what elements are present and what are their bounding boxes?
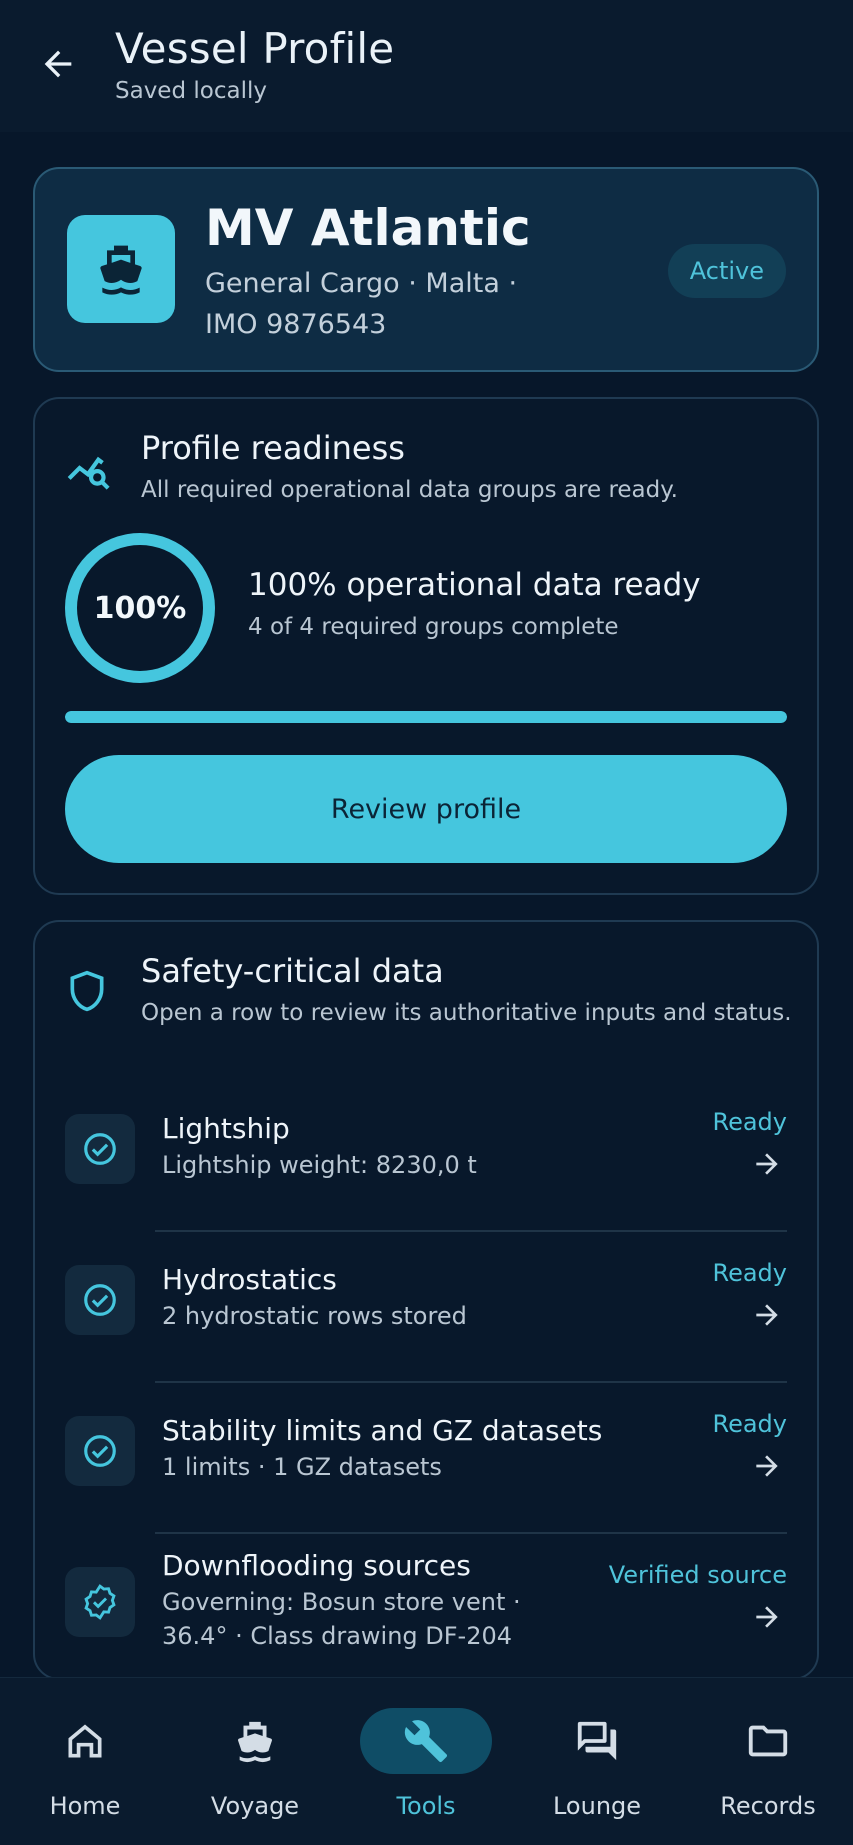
row-subtitle: 1 limits · 1 GZ datasets	[162, 1453, 442, 1481]
safety-title: Safety-critical data	[141, 952, 444, 990]
ship-icon	[100, 245, 142, 295]
readiness-headline: 100% operational data ready	[248, 567, 701, 603]
row-status-icon	[65, 1114, 135, 1184]
page-title: Vessel Profile	[115, 24, 395, 73]
analytics-icon	[67, 456, 110, 490]
wrench-icon	[404, 1720, 448, 1763]
row-subtitle: 2 hydrostatic rows stored	[162, 1302, 467, 1330]
nav-icon-container	[702, 1708, 834, 1774]
row-title: Hydrostatics	[162, 1263, 337, 1296]
check-circle-icon	[84, 1435, 116, 1467]
nav-label: Records	[720, 1792, 816, 1820]
nav-item-home[interactable]: Home	[0, 1678, 170, 1845]
nav-item-records[interactable]: Records	[683, 1678, 853, 1845]
nav-label: Tools	[396, 1792, 456, 1820]
readiness-subline: 4 of 4 required groups complete	[248, 614, 619, 640]
arrow-left-icon	[44, 50, 72, 78]
back-button[interactable]	[32, 38, 84, 90]
nav-icon-container	[189, 1708, 321, 1774]
data-row-lightship[interactable]: Lightship Lightship weight: 8230,0 t Rea…	[35, 1082, 817, 1232]
data-row-hydrostatics[interactable]: Hydrostatics 2 hydrostatic rows stored R…	[35, 1233, 817, 1383]
nav-icon-container	[360, 1708, 492, 1774]
data-row-downflooding[interactable]: Downflooding sources Governing: Bosun st…	[35, 1535, 817, 1685]
row-status-icon	[65, 1416, 135, 1486]
data-row-stability-limits[interactable]: Stability limits and GZ datasets 1 limit…	[35, 1384, 817, 1534]
ship-icon	[238, 1721, 272, 1763]
arrow-right-icon	[756, 1606, 778, 1628]
nav-label: Voyage	[210, 1792, 300, 1820]
nav-item-lounge[interactable]: Lounge	[512, 1678, 682, 1845]
readiness-percent: 100%	[77, 545, 203, 671]
profile-readiness-card: Profile readiness All required operation…	[33, 397, 819, 895]
row-status-icon	[65, 1265, 135, 1335]
check-circle-icon	[84, 1284, 116, 1316]
row-title: Lightship	[162, 1112, 290, 1145]
readiness-progress-fill	[65, 711, 787, 723]
safety-description: Open a row to review its authoritative i…	[141, 1000, 792, 1026]
divider	[155, 1381, 787, 1383]
status-badge: Active	[667, 244, 786, 298]
vessel-summary-card: MV Atlantic General Cargo · Malta · IMO …	[33, 167, 819, 372]
row-status: Ready	[712, 1410, 787, 1438]
nav-icon-container	[19, 1708, 151, 1774]
folder-icon	[748, 1725, 788, 1757]
vessel-name: MV Atlantic	[205, 199, 531, 257]
readiness-description: All required operational data groups are…	[141, 477, 678, 503]
nav-label: Lounge	[552, 1792, 642, 1820]
readiness-progress-bar	[65, 711, 787, 723]
vessel-details: General Cargo · Malta · IMO 9876543	[205, 268, 518, 340]
bottom-navigation: Home Voyage Tools Lounge Records	[0, 1677, 853, 1845]
arrow-right-icon	[756, 1455, 778, 1477]
row-status: Verified source	[608, 1561, 787, 1589]
row-subtitle: Governing: Bosun store vent · 36.4° · Cl…	[162, 1588, 521, 1650]
home-icon	[68, 1724, 102, 1758]
save-status: Saved locally	[115, 78, 267, 104]
row-title: Downflooding sources	[162, 1549, 471, 1582]
row-status-icon	[65, 1567, 135, 1637]
row-status: Ready	[712, 1108, 787, 1136]
chat-icon	[577, 1721, 617, 1761]
readiness-title: Profile readiness	[141, 429, 405, 467]
readiness-ring: 100%	[65, 533, 215, 683]
shield-icon	[70, 970, 104, 1012]
nav-label: Home	[49, 1792, 121, 1820]
vessel-avatar	[67, 215, 175, 323]
check-circle-icon	[84, 1133, 116, 1165]
nav-item-voyage[interactable]: Voyage	[170, 1678, 340, 1845]
row-subtitle: Lightship weight: 8230,0 t	[162, 1151, 477, 1179]
app-bar: Vessel Profile Saved locally	[0, 0, 853, 132]
arrow-right-icon	[756, 1304, 778, 1326]
safety-critical-card: Safety-critical data Open a row to revie…	[33, 920, 819, 1680]
divider	[155, 1230, 787, 1232]
arrow-right-icon	[756, 1153, 778, 1175]
divider	[155, 1532, 787, 1534]
nav-icon-container	[531, 1708, 663, 1774]
review-profile-button[interactable]: Review profile	[65, 755, 787, 863]
row-status: Ready	[712, 1259, 787, 1287]
nav-item-tools[interactable]: Tools	[341, 1678, 511, 1845]
verified-badge-icon	[84, 1584, 116, 1620]
row-title: Stability limits and GZ datasets	[162, 1414, 603, 1447]
